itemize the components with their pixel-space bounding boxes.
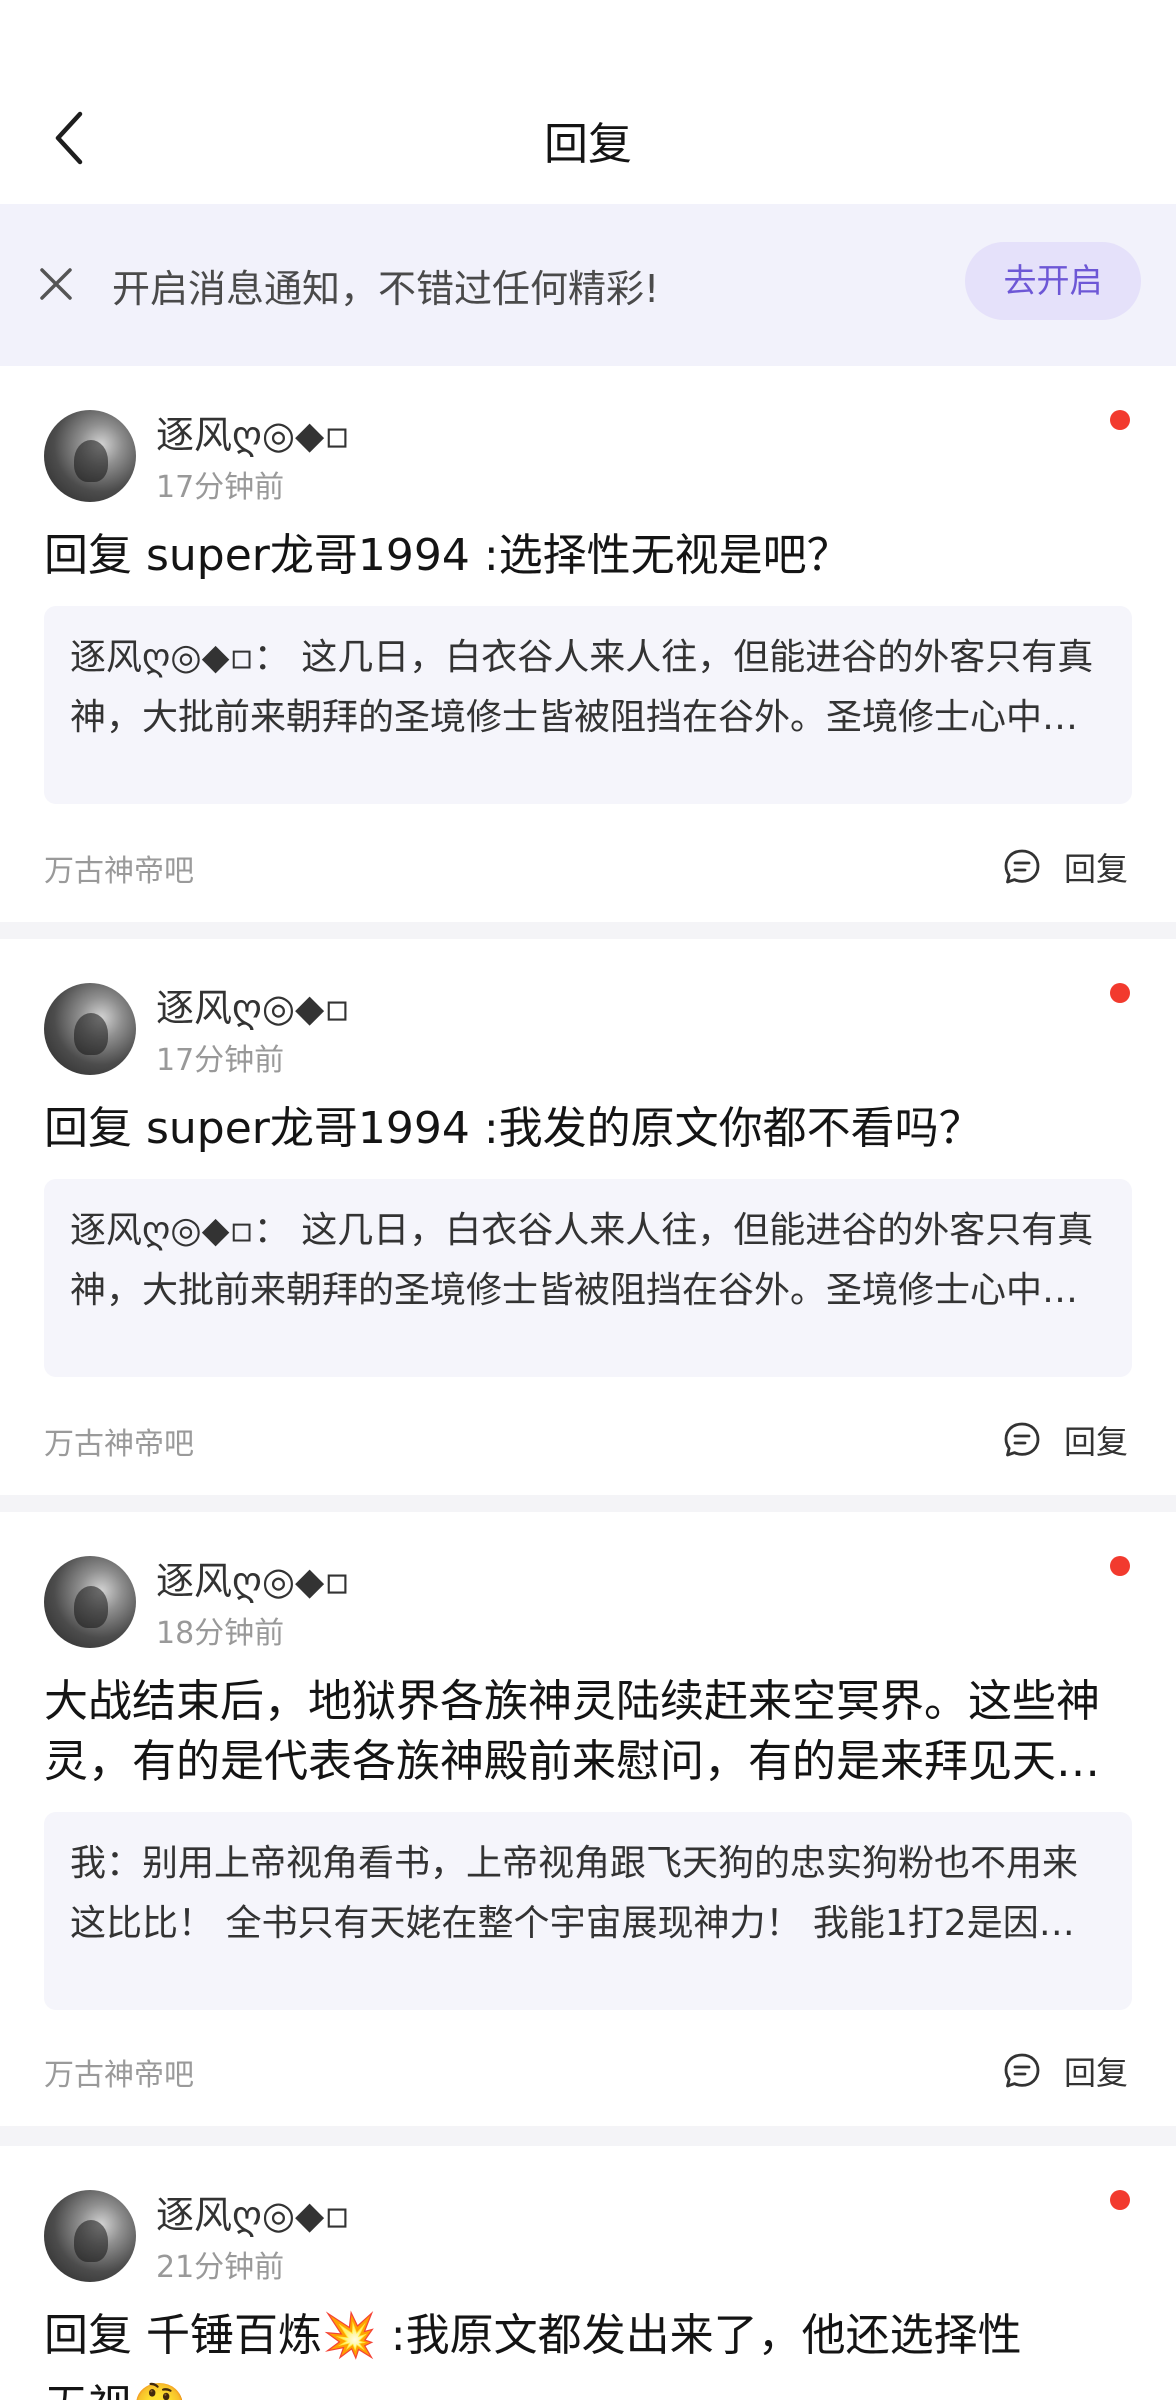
username[interactable]: 逐风ღ◎◆▫ (156, 1550, 350, 1605)
app-header: 回复 (0, 0, 1176, 204)
reply-text-continued: 无视🤔 (44, 2370, 187, 2400)
reply-card[interactable]: 逐风ღ◎◆▫ 21分钟前 回复 千锤百炼💥 :我原文都发出来了，他还选择性 无视… (0, 2146, 1176, 2400)
reply-text[interactable]: 回复 千锤百炼💥 :我原文都发出来了，他还选择性 (44, 2306, 1134, 2366)
reply-button[interactable]: 回复 (1002, 2048, 1128, 2094)
quoted-text: 逐风ღ◎◆▫： 这几日，白衣谷人来人往，但能进谷的外客只有真神，大批前来朝拜的圣… (70, 1210, 1094, 1311)
reply-card[interactable]: 逐风ღ◎◆▫ 18分钟前 大战结束后，地狱界各族神灵陆续赶来空冥界。这些神灵，有… (0, 1512, 1176, 2126)
banner-text: 开启消息通知，不错过任何精彩! (112, 267, 660, 311)
timestamp: 17分钟前 (156, 470, 285, 505)
reply-card[interactable]: 逐风ღ◎◆▫ 17分钟前 回复 super龙哥1994 :选择性无视是吧？ 逐风… (0, 366, 1176, 922)
reply-label: 回复 (1064, 850, 1129, 888)
forum-name[interactable]: 万古神帝吧 (44, 2050, 194, 2094)
timestamp: 18分钟前 (156, 1616, 285, 1651)
avatar[interactable] (44, 1556, 136, 1648)
forum-name[interactable]: 万古神帝吧 (44, 1419, 194, 1463)
quoted-text: 逐风ღ◎◆▫： 这几日，白衣谷人来人往，但能进谷的外客只有真神，大批前来朝拜的圣… (70, 637, 1094, 738)
comment-icon (1004, 2053, 1040, 2088)
forum-name[interactable]: 万古神帝吧 (44, 846, 194, 890)
quoted-post[interactable]: 逐风ღ◎◆▫： 这几日，白衣谷人来人往，但能进谷的外客只有真神，大批前来朝拜的圣… (44, 1179, 1132, 1377)
comment-icon (1004, 1422, 1040, 1457)
unread-dot (1110, 410, 1130, 430)
unread-dot (1110, 983, 1130, 1003)
comment-icon (1004, 849, 1040, 884)
quoted-post[interactable]: 我：别用上帝视角看书，上帝视角跟飞天狗的忠实狗粉也不用来这比比！ 全书只有天姥在… (44, 1812, 1132, 2010)
quoted-text: 我：别用上帝视角看书，上帝视角跟飞天狗的忠实狗粉也不用来这比比！ 全书只有天姥在… (70, 1843, 1079, 1944)
avatar[interactable] (44, 983, 136, 1075)
timestamp: 17分钟前 (156, 1043, 285, 1078)
username[interactable]: 逐风ღ◎◆▫ (156, 977, 350, 1032)
avatar[interactable] (44, 2190, 136, 2282)
enable-notifications-button[interactable]: 去开启 (965, 242, 1141, 320)
timestamp: 21分钟前 (156, 2250, 285, 2285)
close-icon (40, 268, 72, 300)
unread-dot (1110, 1556, 1130, 1576)
reply-text[interactable]: 回复 super龙哥1994 :选择性无视是吧？ (44, 526, 1134, 586)
reply-label: 回复 (1064, 2054, 1129, 2092)
page-title: 回复 (544, 119, 632, 170)
reply-button[interactable]: 回复 (1002, 844, 1128, 890)
reply-text[interactable]: 回复 super龙哥1994 :我发的原文你都不看吗？ (44, 1099, 1134, 1159)
avatar[interactable] (44, 410, 136, 502)
close-banner-button[interactable] (32, 254, 80, 314)
quoted-post[interactable]: 逐风ღ◎◆▫： 这几日，白衣谷人来人往，但能进谷的外客只有真神，大批前来朝拜的圣… (44, 606, 1132, 804)
notification-banner: 开启消息通知，不错过任何精彩! 去开启 (0, 204, 1176, 366)
username[interactable]: 逐风ღ◎◆▫ (156, 404, 350, 459)
username[interactable]: 逐风ღ◎◆▫ (156, 2184, 350, 2239)
reply-card[interactable]: 逐风ღ◎◆▫ 17分钟前 回复 super龙哥1994 :我发的原文你都不看吗？… (0, 939, 1176, 1495)
reply-button[interactable]: 回复 (1002, 1417, 1128, 1463)
unread-dot (1110, 2190, 1130, 2210)
reply-label: 回复 (1064, 1423, 1129, 1461)
reply-text[interactable]: 大战结束后，地狱界各族神灵陆续赶来空冥界。这些神灵，有的是代表各族神殿前来慰问，… (44, 1672, 1134, 1792)
